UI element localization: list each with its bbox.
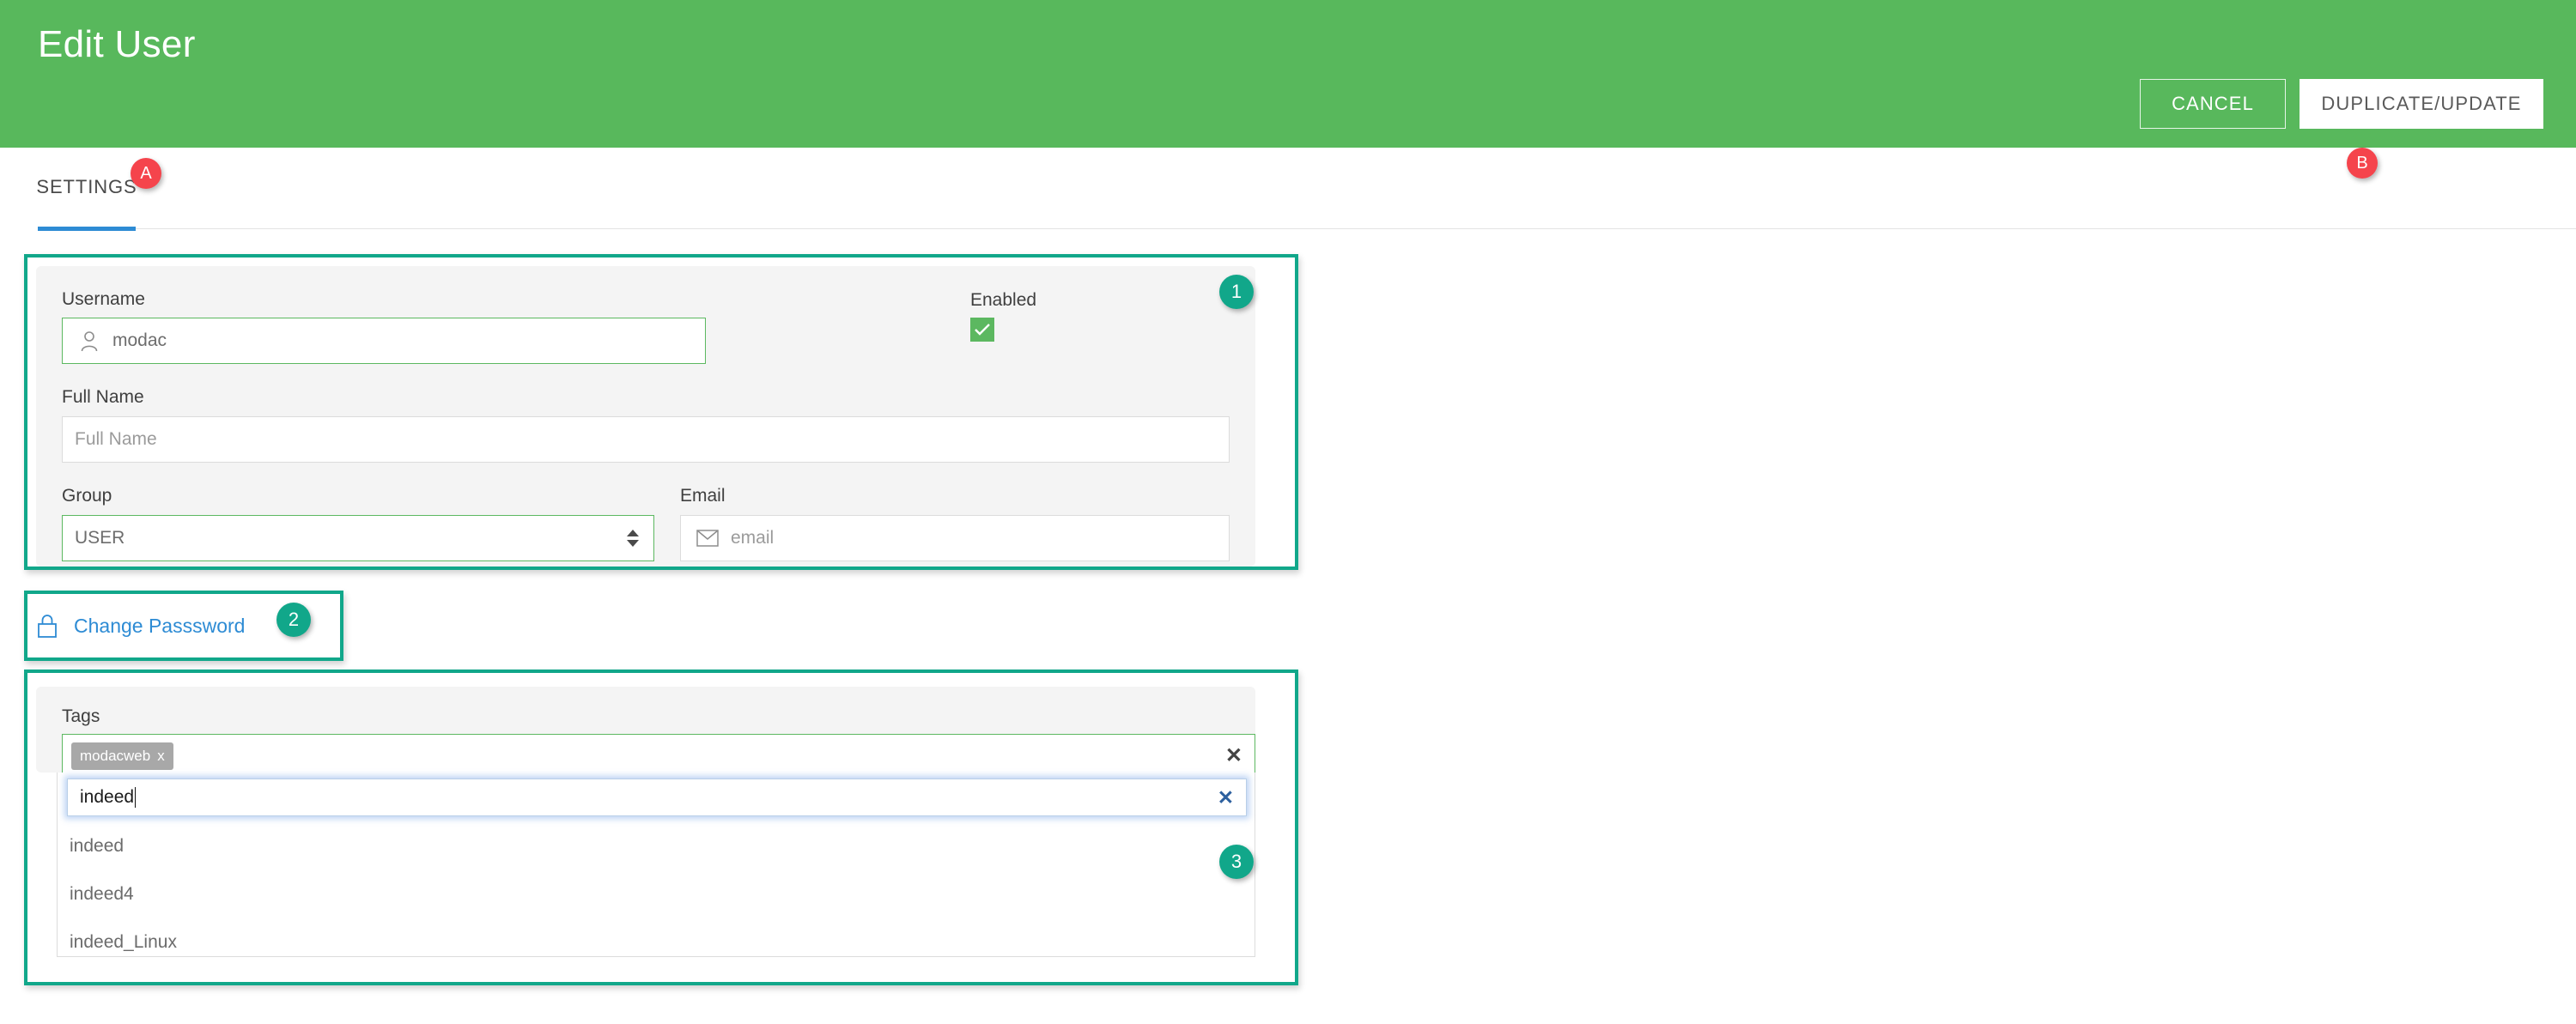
tag-search-input[interactable]: indeed ✕ [67,779,1247,816]
autocomplete-item[interactable]: indeed [70,822,1246,870]
edit-user-page: Edit User CANCEL DUPLICATE/UPDATE SETTIN… [0,0,2576,1024]
tag-chip-label: modacweb [80,748,151,764]
cancel-button[interactable]: CANCEL [2140,79,2286,129]
tag-search-row: indeed ✕ [58,773,1256,822]
group-select[interactable]: USER [62,515,654,561]
tag-chip-remove-icon[interactable]: x [157,748,165,765]
page-title: Edit User [38,23,196,65]
autocomplete-item[interactable]: indeed4 [70,870,1246,918]
duplicate-update-button[interactable]: DUPLICATE/UPDATE [2300,79,2543,129]
full-name-label: Full Name [62,387,144,407]
username-value: modac [112,330,167,350]
enabled-label: Enabled [970,290,1037,310]
username-label: Username [62,289,145,309]
tag-search-value: indeed [80,787,135,807]
group-value: USER [75,528,125,548]
tags-label: Tags [62,706,100,726]
tab-bar: SETTINGS [0,148,2576,218]
lock-icon [36,610,67,641]
tags-clear-icon[interactable]: ✕ [1225,746,1246,766]
user-icon [75,327,104,354]
username-input[interactable]: modac [62,318,706,364]
check-icon [975,324,990,336]
email-label: Email [680,486,726,506]
tag-autocomplete-panel: indeed ✕ indeed indeed4 indeed_Linux [57,773,1255,957]
header-actions: CANCEL DUPLICATE/UPDATE [2140,79,2543,129]
tab-active-indicator [38,227,136,231]
tags-card: Tags modacweb x ✕ [36,687,1255,779]
settings-card: Username modac Full Name Full Name Group… [36,266,1255,567]
tag-chip[interactable]: modacweb x [71,742,173,770]
enabled-checkbox[interactable] [970,318,994,342]
change-password-link[interactable]: Change Passsword [36,601,319,651]
group-label: Group [62,486,112,506]
change-password-label: Change Passsword [74,614,246,637]
chevron-updown-icon [624,524,641,553]
full-name-placeholder: Full Name [75,429,157,449]
tab-bar-divider [136,228,2576,229]
tab-settings[interactable]: SETTINGS [36,155,136,218]
autocomplete-item[interactable]: indeed_Linux [70,918,1246,966]
envelope-icon [693,524,722,552]
text-caret [135,787,137,808]
email-placeholder: email [731,528,775,548]
email-field[interactable]: email [680,515,1230,561]
full-name-input[interactable]: Full Name [62,416,1230,463]
tag-search-clear-icon[interactable]: ✕ [1218,787,1234,808]
app-header: Edit User CANCEL DUPLICATE/UPDATE [0,0,2576,148]
